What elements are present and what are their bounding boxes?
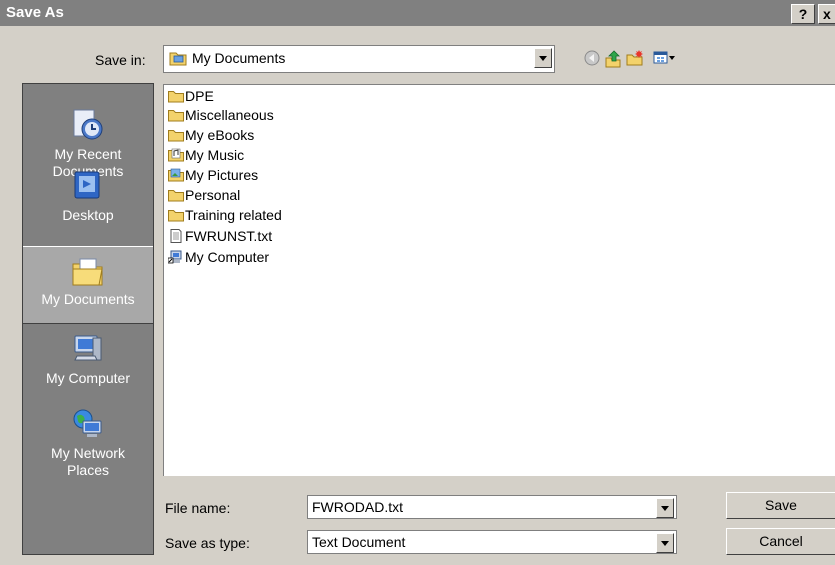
file-name-label: Training related [185, 207, 282, 223]
list-item[interactable]: Miscellaneous [168, 107, 274, 125]
pictures-folder-icon [168, 168, 184, 182]
file-list[interactable]: DPE Miscellaneous My eBooks My Music My … [163, 84, 835, 476]
places-label-my-computer: My Computer [45, 370, 131, 386]
places-item-desktop[interactable]: Desktop [23, 169, 153, 224]
cancel-button[interactable]: Cancel [726, 528, 835, 555]
file-name-combo[interactable] [307, 495, 677, 519]
my-documents-icon [72, 258, 103, 286]
recent-documents-icon [73, 109, 103, 140]
folder-icon [168, 190, 184, 202]
places-label-desktop: Desktop [62, 207, 114, 223]
save-in-value: My Documents [192, 50, 286, 66]
places-item-my-documents[interactable]: My Documents [23, 246, 153, 324]
desktop-icon [74, 171, 100, 199]
folder-icon [168, 91, 184, 103]
view-menu-icon[interactable] [653, 50, 677, 71]
list-item[interactable]: My Computer [167, 249, 270, 267]
file-name-label: FWRUNST.txt [185, 228, 273, 244]
new-folder-icon[interactable] [626, 50, 644, 71]
file-name-input[interactable] [310, 498, 644, 516]
file-name-label: File name: [165, 500, 231, 516]
my-computer-icon [74, 335, 102, 361]
places-label-network: My Network Places [51, 445, 125, 478]
list-item[interactable]: FWRUNST.txt [168, 228, 272, 246]
chevron-down-icon[interactable] [534, 48, 552, 68]
save-button[interactable]: Save [726, 492, 835, 519]
up-folder-icon[interactable] [605, 50, 621, 73]
list-item[interactable]: My Pictures [168, 167, 258, 185]
save-as-dialog: Save As ? x Save in: My Documents My Rec… [0, 0, 835, 565]
file-name-label: My Music [185, 147, 245, 163]
list-item[interactable]: My Music [168, 147, 244, 165]
network-places-icon [73, 409, 102, 437]
save-as-type-label: Save as type: [165, 535, 250, 551]
places-bar: My Recent Documents Desktop My Documents [22, 83, 154, 555]
list-item[interactable]: DPE [168, 88, 214, 106]
chevron-down-icon[interactable] [656, 498, 674, 518]
places-item-my-computer[interactable]: My Computer [23, 332, 153, 387]
window-title: Save As [6, 4, 64, 21]
file-name-label: My Pictures [185, 167, 259, 183]
file-name-label: DPE [185, 88, 214, 104]
file-name-label: Miscellaneous [185, 107, 274, 123]
list-item[interactable]: My eBooks [168, 127, 254, 145]
list-item[interactable]: Training related [168, 207, 282, 225]
places-label-my-documents: My Documents [41, 291, 135, 307]
list-item[interactable]: Personal [168, 187, 240, 205]
file-name-label: My eBooks [185, 127, 255, 143]
music-folder-icon [168, 148, 184, 162]
places-item-network[interactable]: My Network Places [23, 407, 153, 479]
save-as-type-dropdown[interactable]: Text Document [307, 530, 677, 554]
my-documents-small-icon [169, 50, 187, 71]
save-in-label: Save in: [95, 52, 146, 68]
back-icon[interactable] [584, 50, 600, 71]
close-button[interactable]: x [818, 4, 835, 24]
file-name-label: My Computer [185, 249, 270, 265]
computer-shortcut-icon [167, 250, 182, 264]
help-button[interactable]: ? [791, 4, 815, 24]
file-name-label: Personal [185, 187, 241, 203]
folder-icon [168, 130, 184, 142]
folder-icon [168, 210, 184, 222]
chevron-down-icon[interactable] [656, 533, 674, 553]
text-file-icon [170, 229, 182, 243]
folder-icon [168, 110, 184, 122]
save-in-dropdown[interactable]: My Documents [163, 45, 555, 73]
title-bar[interactable]: Save As ? x [0, 0, 835, 26]
save-as-type-value: Text Document [312, 534, 406, 550]
